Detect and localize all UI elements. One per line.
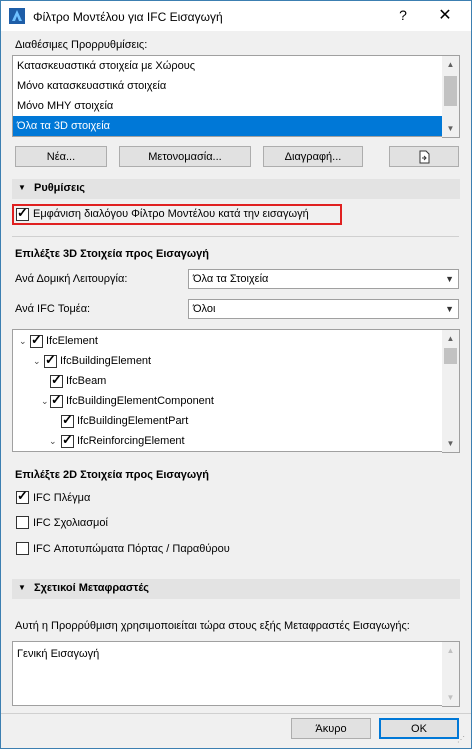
show-dialog-label: Εμφάνιση διαλόγου Φίλτρο Μοντέλου κατά τ… — [33, 208, 309, 220]
tree-label: IfcBuildingElementPart — [77, 415, 189, 427]
preset-item[interactable]: Μόνο κατασκευαστικά στοιχεία — [13, 76, 443, 96]
collapse-arrow-icon: ▼ — [18, 583, 26, 592]
tree-label: IfcBeam — [66, 375, 107, 387]
ifc-element-tree: ⌄ IfcElement ⌄ IfcBuildingElement IfcBea… — [12, 329, 444, 452]
tree-row[interactable]: IfcBuildingElementPart — [13, 412, 441, 430]
chevron-down-icon: ▼ — [445, 274, 454, 284]
dialog-window: Φίλτρο Μοντέλου για IFC Εισαγωγή ? ✕ Δια… — [0, 0, 472, 749]
divider — [12, 236, 459, 237]
translators-list: Γενική Εισαγωγή — [12, 641, 444, 706]
tree-label: IfcElement — [46, 335, 98, 347]
presets-label: Διαθέσιμες Προρρυθμίσεις: — [15, 39, 148, 51]
ifc-annotations-label: IFC Σχολιασμοί — [33, 517, 108, 529]
ifc-domain-label: Ανά IFC Τομέα: — [15, 303, 91, 315]
presets-list: Κατασκευαστικά στοιχεία με Χώρους Μόνο κ… — [12, 55, 444, 137]
scroll-up-icon[interactable]: ▲ — [442, 642, 459, 659]
ifc-annotations-checkbox[interactable] — [16, 516, 29, 529]
ifc-door-window-label: IFC Αποτυπώματα Πόρτας / Παραθύρου — [33, 543, 230, 555]
window-title: Φίλτρο Μοντέλου για IFC Εισαγωγή — [33, 10, 223, 24]
scroll-down-icon[interactable]: ▼ — [442, 435, 459, 452]
scroll-down-icon[interactable]: ▼ — [442, 689, 459, 706]
translators-section-title: Σχετικοί Μεταφραστές — [34, 582, 150, 594]
ifc-door-window-checkbox[interactable] — [16, 542, 29, 555]
tree-checkbox[interactable] — [61, 433, 74, 448]
tree-checkbox[interactable] — [50, 373, 63, 388]
footer-divider — [1, 713, 471, 714]
new-preset-button[interactable]: Νέα... — [15, 146, 107, 167]
expand-arrow-icon[interactable]: ⌄ — [41, 392, 49, 410]
tree-row[interactable]: ⌄ IfcElement — [13, 332, 441, 350]
ifc-grid-checkbox[interactable] — [16, 489, 29, 504]
tree-label: IfcReinforcingElement — [77, 435, 185, 447]
preset-item[interactable]: Μόνο ΜΗΥ στοιχεία — [13, 96, 443, 116]
structural-function-label: Ανά Δομική Λειτουργία: — [15, 273, 128, 285]
collapse-arrow-icon: ▼ — [18, 183, 26, 192]
scroll-thumb[interactable] — [444, 76, 457, 106]
export-icon — [419, 150, 430, 164]
expand-arrow-icon[interactable]: ⌄ — [19, 332, 27, 350]
structural-function-select[interactable]: Όλα τα Στοιχεία ▼ — [188, 269, 459, 289]
translators-section-header[interactable]: ▼ Σχετικοί Μεταφραστές — [12, 579, 460, 599]
tree-row[interactable]: IfcBeam — [13, 372, 441, 390]
tree-scrollbar[interactable]: ▲ ▼ — [442, 329, 460, 453]
tree-label: IfcBuildingElementComponent — [66, 395, 214, 407]
scroll-up-icon[interactable]: ▲ — [442, 56, 459, 73]
elements-2d-title: Επιλέξτε 2D Στοιχεία προς Εισαγωγή — [15, 469, 209, 481]
tree-label: IfcBuildingElement — [60, 355, 152, 367]
archicad-app-icon — [9, 8, 25, 24]
preset-item[interactable]: Κατασκευαστικά στοιχεία με Χώρους — [13, 56, 443, 76]
chevron-down-icon: ▼ — [445, 304, 454, 314]
show-dialog-checkbox[interactable] — [16, 206, 29, 221]
cancel-button[interactable]: Άκυρο — [291, 718, 371, 739]
tree-checkbox[interactable] — [30, 333, 43, 348]
settings-section-header[interactable]: ▼ Ρυθμίσεις — [12, 179, 460, 199]
tree-row[interactable]: ⌄ IfcBuildingElementComponent — [13, 392, 441, 410]
ok-button[interactable]: OK — [379, 718, 459, 739]
tree-row[interactable]: ⌄ IfcBuildingElement — [13, 352, 441, 370]
settings-section-title: Ρυθμίσεις — [34, 182, 85, 194]
help-button[interactable]: ? — [393, 7, 413, 23]
presets-scrollbar[interactable]: ▲ ▼ — [442, 55, 460, 138]
translators-description: Αυτή η Προρρύθμιση χρησιμοποιείται τώρα … — [15, 620, 410, 632]
tree-row[interactable]: ⌄ IfcReinforcingElement — [13, 432, 441, 450]
translators-scrollbar[interactable]: ▲ ▼ — [442, 641, 460, 707]
scroll-up-icon[interactable]: ▲ — [442, 330, 459, 347]
scroll-down-icon[interactable]: ▼ — [442, 120, 459, 137]
preset-item-selected[interactable]: Όλα τα 3D στοιχεία — [13, 116, 443, 136]
ifc-grid-label: IFC Πλέγμα — [33, 492, 91, 504]
tree-checkbox[interactable] — [61, 413, 74, 428]
title-bar: Φίλτρο Μοντέλου για IFC Εισαγωγή ? ✕ — [1, 1, 471, 31]
resize-grip-icon[interactable]: ⋰ — [457, 735, 465, 744]
elements-3d-title: Επιλέξτε 3D Στοιχεία προς Εισαγωγή — [15, 248, 209, 260]
close-icon[interactable]: ✕ — [433, 5, 457, 25]
export-preset-button[interactable] — [389, 146, 459, 167]
scroll-thumb[interactable] — [444, 348, 457, 364]
ifc-domain-select[interactable]: Όλοι ▼ — [188, 299, 459, 319]
expand-arrow-icon[interactable]: ⌄ — [49, 432, 57, 450]
ifc-domain-value: Όλοι — [193, 303, 216, 315]
delete-preset-button[interactable]: Διαγραφή... — [263, 146, 363, 167]
translator-item: Γενική Εισαγωγή — [17, 648, 100, 660]
rename-preset-button[interactable]: Μετονομασία... — [119, 146, 251, 167]
tree-checkbox[interactable] — [50, 393, 63, 408]
expand-arrow-icon[interactable]: ⌄ — [33, 352, 41, 370]
tree-checkbox[interactable] — [44, 353, 57, 368]
structural-function-value: Όλα τα Στοιχεία — [193, 273, 269, 285]
